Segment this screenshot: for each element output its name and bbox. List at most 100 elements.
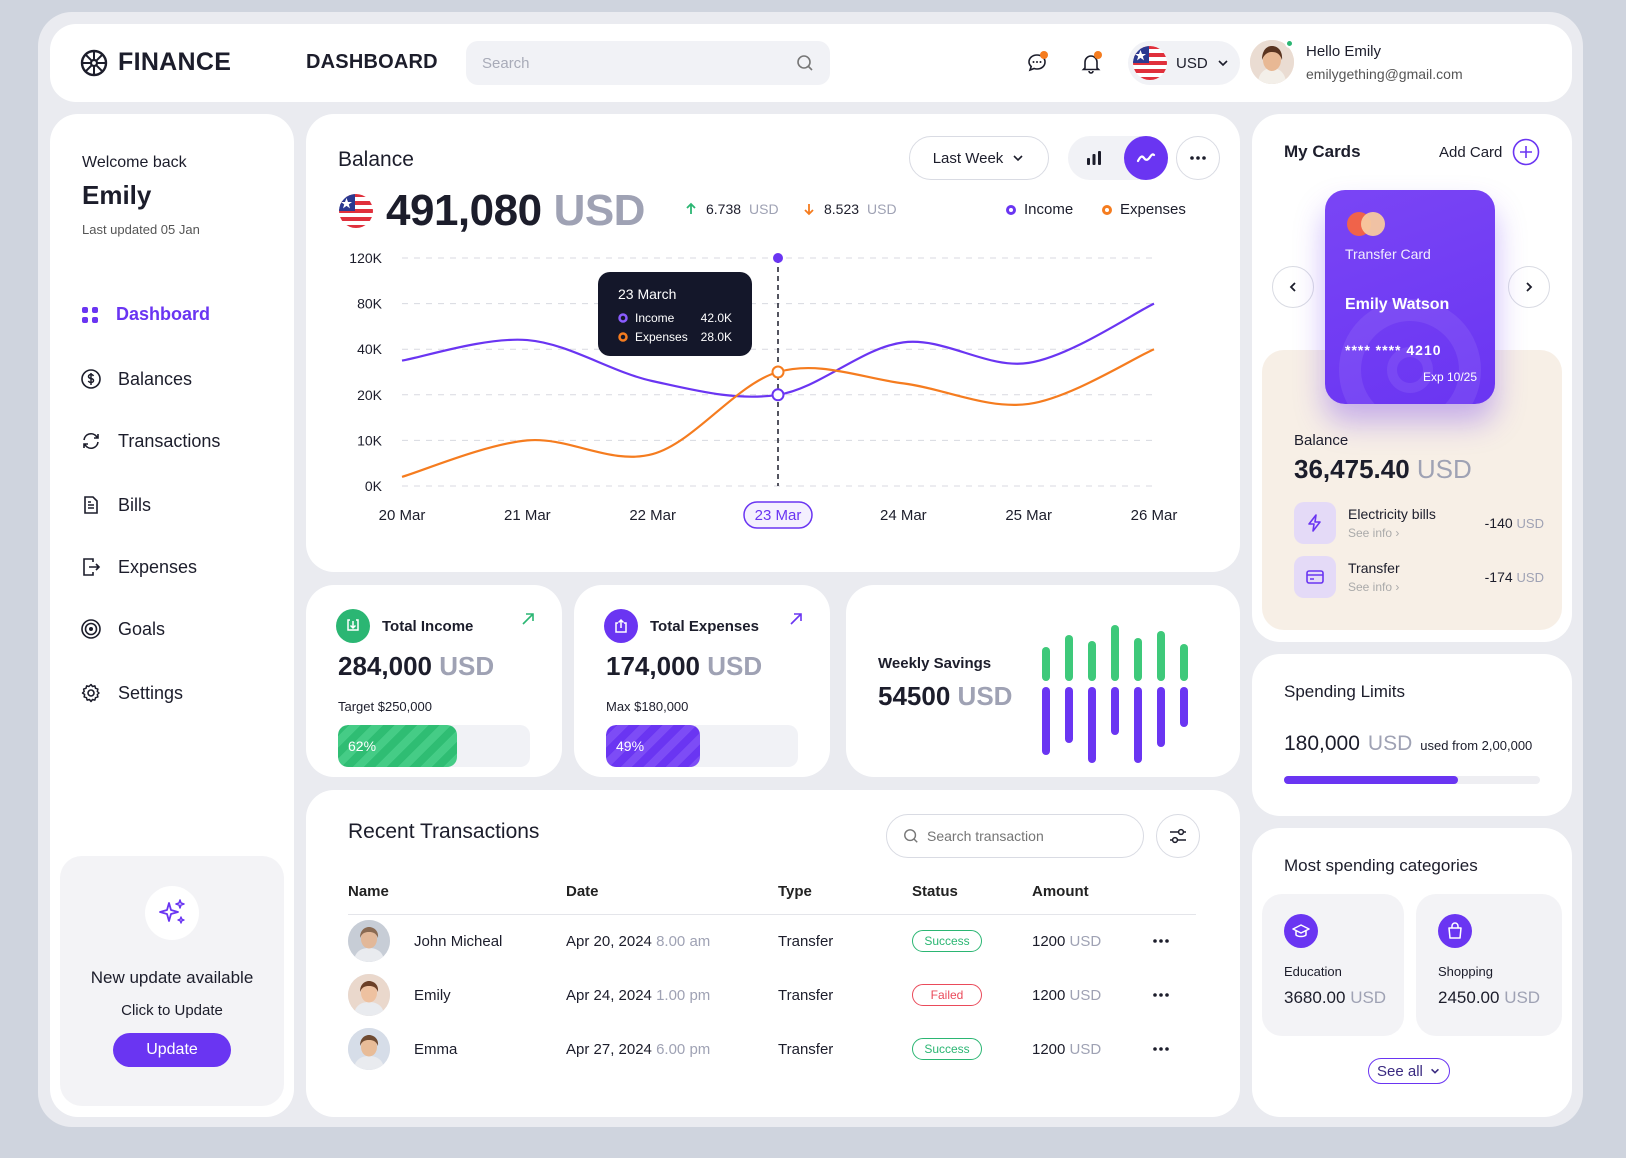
legend-expenses: Expenses — [1102, 201, 1186, 218]
status-badge: Success — [912, 1038, 982, 1060]
savings-amount: 54500 — [878, 681, 951, 711]
x-tick-label: 26 Mar — [1131, 507, 1178, 524]
person-avatar — [348, 974, 390, 1016]
period-dropdown[interactable]: Last Week — [909, 136, 1049, 180]
list-item[interactable]: Electricity bills See info › -140 USD — [1294, 502, 1544, 544]
table-row[interactable]: John Micheal Apr 20, 2024 8.00 am Transfer… — [348, 914, 1196, 968]
add-card-label: Add Card — [1439, 143, 1503, 161]
user-name: Emily — [82, 180, 152, 210]
filter-button[interactable] — [1156, 814, 1200, 858]
category-currency: USD — [1504, 988, 1541, 1007]
x-tick-label: 25 Mar — [1005, 507, 1052, 524]
add-card-button[interactable]: Add Card — [1439, 138, 1540, 166]
card-holder: Emily Watson — [1345, 296, 1450, 313]
nav-item-goals[interactable]: Goals — [80, 618, 165, 640]
update-button[interactable]: Update — [113, 1033, 231, 1067]
x-tick-label: 23 Mar — [755, 507, 802, 524]
income-change-value: 6.738 — [706, 201, 742, 217]
savings-bar-purple — [1134, 687, 1142, 763]
x-tick-label: 24 Mar — [880, 507, 927, 524]
transactions-table: Name Date Type Status Amount John Michea… — [348, 870, 1196, 1076]
notification-dot — [1040, 51, 1048, 59]
expenses-legend-dot — [1102, 204, 1112, 215]
brand-logo[interactable]: FINANCE — [80, 48, 231, 77]
see-info-link[interactable]: See info › — [1348, 526, 1473, 540]
person-avatar — [348, 920, 390, 963]
tx-currency: USD — [1069, 1040, 1102, 1058]
update-subtitle: Click to Update — [121, 1002, 223, 1019]
total-expenses-card: Total Expenses 174,000 USD Max $180,000 … — [574, 585, 830, 777]
savings-bar-purple — [1180, 687, 1188, 727]
more-dots-icon[interactable] — [1152, 1046, 1196, 1052]
upload-icon — [604, 609, 638, 643]
arrow-up-right-icon[interactable] — [520, 611, 536, 627]
transfer-card[interactable]: Transfer Card Emily Watson **** **** 421… — [1325, 190, 1495, 404]
legend-label: Income — [1024, 201, 1074, 218]
savings-currency: USD — [957, 681, 1013, 711]
my-cards-panel: My Cards Add Card Balance 36,475.40 USD … — [1252, 114, 1572, 642]
card-expiry: Exp 10/25 — [1422, 370, 1477, 384]
person-avatar — [348, 1028, 390, 1070]
nav-item-expenses[interactable]: Expenses — [80, 556, 197, 578]
chat-button[interactable] — [1020, 46, 1054, 80]
brand-name: FINANCE — [118, 48, 232, 76]
line-chart-button[interactable] — [1124, 136, 1168, 180]
search-icon[interactable] — [796, 54, 814, 72]
nav-item-bills[interactable]: Bills — [80, 494, 151, 516]
more-dots-icon[interactable] — [1152, 992, 1196, 998]
nav-item-label: Transactions — [118, 430, 221, 451]
table-row[interactable]: Emily Apr 24, 2024 1.00 pm Transfer Failed 1… — [348, 968, 1196, 1022]
next-card-button[interactable] — [1508, 266, 1550, 308]
nav-item-dashboard[interactable]: Dashboard — [80, 304, 210, 325]
savings-bar-green — [1157, 631, 1165, 681]
tooltip-date: 23 March — [618, 286, 676, 302]
notifications-button[interactable] — [1074, 46, 1108, 80]
nav-item-balances[interactable]: Balances — [80, 368, 192, 390]
user-profile[interactable]: Hello Emily emilygething@gmail.com — [1250, 39, 1463, 84]
card-balance-amount: 36,475.40 — [1294, 454, 1410, 484]
amount-cell: 1200 USD — [1032, 968, 1152, 1022]
prev-card-button[interactable] — [1272, 266, 1314, 308]
top-bar: FINANCE DASHBOARD USD Hello Emily emilyg… — [50, 24, 1572, 102]
expense-change-value: 8.523 — [824, 201, 860, 217]
see-all-button[interactable]: See all — [1368, 1058, 1450, 1084]
currency-selector[interactable]: USD — [1128, 41, 1240, 85]
export-icon — [80, 556, 102, 578]
person-name: Emma — [414, 1040, 458, 1058]
tx-time: 8.00 am — [656, 932, 711, 950]
sparkle-icon — [145, 886, 199, 940]
search-input[interactable] — [482, 54, 762, 72]
more-options-button[interactable] — [1176, 136, 1220, 180]
arrow-up-icon — [684, 202, 698, 216]
income-change-currency: USD — [749, 201, 779, 217]
arrow-up-right-icon[interactable] — [788, 611, 804, 627]
tx-amount: 1200 — [1032, 1040, 1066, 1058]
actions-cell — [1152, 1022, 1196, 1076]
actions-cell — [1152, 968, 1196, 1022]
transaction-search-input[interactable] — [927, 828, 1117, 844]
greeting: Hello Emily — [1306, 42, 1382, 60]
bar-chart-button[interactable] — [1072, 136, 1116, 180]
expenses-title: Total Expenses — [650, 617, 759, 635]
chevron-down-icon — [1429, 1065, 1441, 1077]
expenses-progress-bar: 49% — [606, 725, 798, 767]
item-name: Transfer — [1348, 560, 1400, 576]
category-education[interactable]: Education 3680.00 USD — [1262, 894, 1404, 1036]
arrow-down-icon — [802, 202, 816, 216]
us-flag-icon — [338, 193, 374, 229]
total-income-card: Total Income 284,000 USD Target $250,000… — [306, 585, 562, 777]
nav-item-settings[interactable]: Settings — [80, 682, 183, 704]
table-row[interactable]: Emma Apr 27, 2024 6.00 pm Transfer Success 1… — [348, 1022, 1196, 1076]
expenses-value: 174,000 USD — [606, 651, 762, 682]
target-icon — [80, 618, 102, 640]
category-amount: 3680.00 — [1284, 988, 1346, 1007]
list-item[interactable]: Transfer See info › -174 USD — [1294, 556, 1544, 598]
nav-item-transactions[interactable]: Transactions — [80, 430, 220, 452]
category-shopping[interactable]: Shopping 2450.00 USD — [1416, 894, 1562, 1036]
more-dots-icon[interactable] — [1152, 938, 1196, 944]
chevron-left-icon — [1286, 280, 1300, 294]
see-info-link[interactable]: See info › — [1348, 580, 1473, 594]
period-label: Last Week — [932, 149, 1004, 167]
mastercard-logo-icon — [1347, 212, 1385, 236]
welcome-text: Welcome back — [82, 154, 187, 171]
